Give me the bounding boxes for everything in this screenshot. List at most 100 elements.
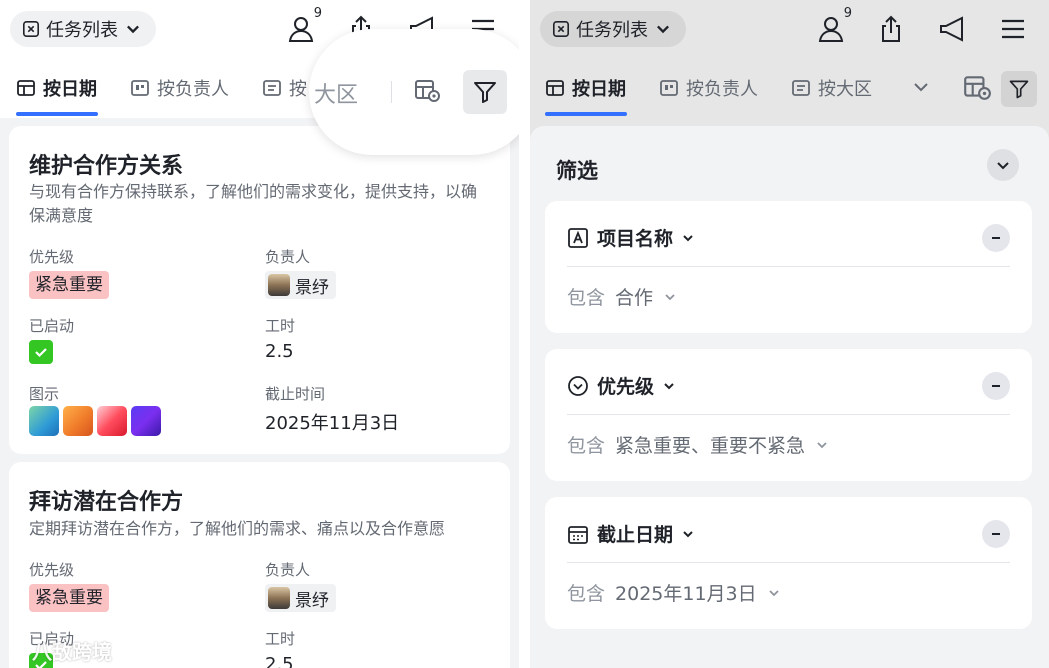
condition-field-selector[interactable]: 截止日期 (567, 520, 695, 547)
remove-condition-button[interactable] (982, 224, 1010, 252)
attachment-thumbnail[interactable] (131, 406, 161, 436)
owner-chip: 景纾 (265, 271, 336, 299)
hours-value: 2.5 (265, 654, 294, 668)
share-icon (882, 15, 900, 42)
check-icon (35, 348, 47, 358)
due-value: 2025年11月3日 (265, 413, 400, 434)
person-icon (818, 17, 844, 42)
active-tab-indicator (16, 112, 98, 116)
condition-field-selector[interactable]: 项目名称 (567, 224, 695, 251)
attachment-thumbnail[interactable] (63, 406, 93, 436)
left-pane: 任务列表 9 按日期 按负责人 按 维护合作方关系 与现有合作方保持联系，了解他… (0, 0, 519, 668)
more-tabs-button[interactable] (904, 70, 938, 104)
tab-by-region[interactable]: 按大区 (791, 75, 872, 101)
priority-tag: 紧急重要 (29, 584, 109, 612)
view-tabs: 按日期 按负责人 按大区 (530, 58, 1049, 118)
tab-by-date[interactable]: 按日期 (16, 75, 97, 101)
share-button[interactable] (874, 12, 908, 46)
condition-operator: 包含 (567, 287, 606, 309)
avatar (268, 274, 290, 296)
started-checkbox[interactable] (29, 340, 53, 364)
right-pane: 任务列表 9 按日期 按负责人 按大区 筛选 项目名称 包含 合作 优先级 包含… (530, 0, 1049, 668)
tab-by-owner[interactable]: 按负责人 (659, 75, 758, 101)
record-card[interactable]: 维护合作方关系 与现有合作方保持联系，了解他们的需求变化，提供支持，以确保满意度… (9, 126, 510, 454)
hours-label: 工时 (265, 317, 296, 335)
tab-by-region[interactable]: 按 (262, 75, 307, 101)
owner-chip: 景纾 (265, 584, 336, 612)
owner-name: 景纾 (295, 277, 329, 298)
collaborators-button[interactable]: 9 (814, 6, 852, 46)
condition-operator: 包含 (567, 583, 606, 605)
owner-label: 负责人 (265, 561, 311, 579)
chevron-down-icon (683, 234, 693, 241)
collaborators-button[interactable]: 9 (284, 6, 322, 46)
condition-operator: 包含 (567, 435, 606, 457)
condition-field-label: 截止日期 (597, 524, 674, 546)
started-label: 已启动 (29, 317, 75, 335)
menu-button[interactable] (996, 12, 1030, 46)
chevron-down-icon (665, 293, 675, 300)
divider (567, 414, 1010, 415)
condition-value: 紧急重要、重要不紧急 (615, 435, 806, 457)
remove-condition-button[interactable] (982, 372, 1010, 400)
priority-label: 优先级 (29, 561, 75, 579)
view-settings-icon (964, 76, 991, 100)
icon-field-label: 图示 (29, 385, 60, 403)
tab-by-owner[interactable]: 按负责人 (130, 75, 229, 101)
tab-by-date-label: 按日期 (43, 79, 97, 100)
megaphone-icon (940, 16, 963, 42)
condition-value: 2025年11月3日 (615, 583, 757, 605)
tab-by-date[interactable]: 按日期 (545, 75, 626, 101)
due-label: 截止时间 (265, 385, 326, 403)
record-title: 维护合作方关系 (29, 154, 184, 179)
condition-field-selector[interactable]: 优先级 (567, 372, 676, 399)
condition-value-selector[interactable]: 包含 2025年11月3日 (567, 579, 781, 606)
owner-name: 景纾 (295, 590, 329, 611)
view-switcher[interactable]: 任务列表 (10, 11, 156, 47)
record-description: 定期拜访潜在合作方，了解他们的需求、痛点以及合作意愿 (29, 519, 446, 538)
calendar-icon (568, 525, 588, 544)
collapse-button[interactable] (987, 149, 1019, 181)
condition-value-selector[interactable]: 包含 合作 (567, 283, 677, 310)
filter-icon (474, 82, 496, 103)
view-settings-button[interactable] (960, 70, 994, 104)
hours-value: 2.5 (265, 341, 294, 362)
remove-condition-button[interactable] (982, 520, 1010, 548)
minus-icon (992, 237, 1000, 239)
tab-by-region-label: 按大区 (818, 79, 872, 100)
priority-tag: 紧急重要 (29, 271, 109, 299)
announce-button[interactable] (935, 12, 969, 46)
text-field-icon (568, 227, 588, 248)
hours-label: 工时 (265, 630, 296, 648)
tab-by-date-label: 按日期 (572, 79, 626, 100)
attachment-thumbnail[interactable] (97, 406, 127, 436)
divider (567, 266, 1010, 267)
divider (567, 562, 1010, 563)
view-switcher-label: 任务列表 (46, 20, 118, 41)
watermark-text: 八敌跨境 (32, 640, 112, 664)
view-settings-button[interactable] (409, 72, 445, 108)
filter-button[interactable] (463, 70, 507, 114)
table-view-icon (552, 20, 570, 38)
filter-button[interactable] (1001, 71, 1037, 107)
form-icon (263, 80, 281, 96)
pane-divider (519, 0, 530, 668)
filter-panel: 筛选 项目名称 包含 合作 优先级 包含 紧急重要、重要不紧急 截止日期 包含 … (530, 126, 1049, 668)
grid-icon (17, 80, 35, 96)
record-description: 与现有合作方保持联系，了解他们的需求变化，提供支持，以确保满意度 (29, 182, 478, 225)
view-switcher[interactable]: 任务列表 (540, 11, 686, 47)
collaborators-badge: 9 (843, 6, 852, 21)
active-tab-indicator (545, 112, 627, 116)
magnified-tab-label: 大区 (314, 83, 359, 108)
kanban-icon (131, 80, 149, 96)
watermark-logo (8, 641, 28, 660)
chevron-down-icon (683, 530, 693, 537)
chevron-down-icon (127, 25, 139, 34)
condition-value-selector[interactable]: 包含 紧急重要、重要不紧急 (567, 431, 829, 458)
attachment-thumbnail[interactable] (29, 406, 59, 436)
kanban-icon (660, 80, 678, 96)
filter-condition: 优先级 包含 紧急重要、重要不紧急 (545, 349, 1032, 481)
chevron-down-icon (997, 162, 1009, 170)
person-icon (288, 17, 314, 42)
condition-value: 合作 (615, 287, 654, 309)
